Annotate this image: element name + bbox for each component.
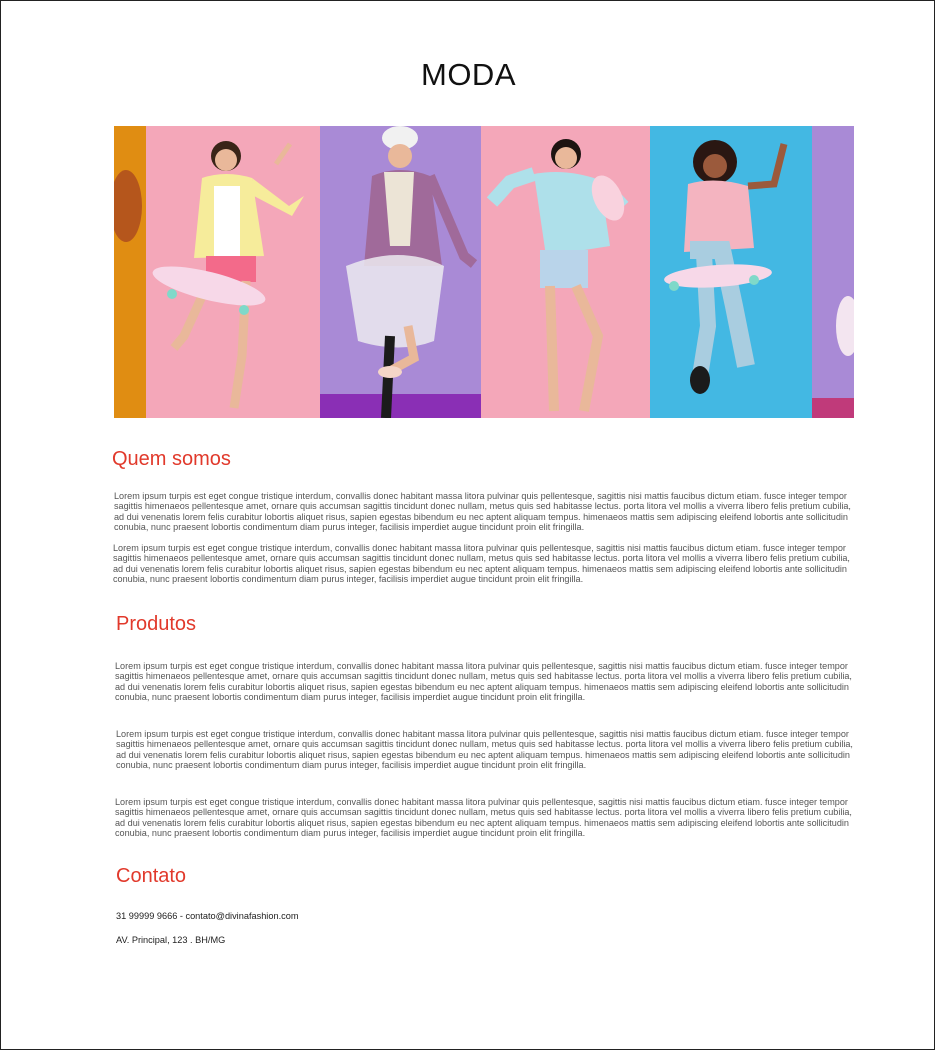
products-paragraph: Lorem ipsum turpis est eget congue trist… bbox=[115, 661, 852, 703]
products-paragraph: Lorem ipsum turpis est eget congue trist… bbox=[115, 797, 852, 839]
about-paragraph: Lorem ipsum turpis est eget congue trist… bbox=[113, 543, 850, 585]
page-title: MODA bbox=[421, 57, 516, 92]
section-title-produtos: Produtos bbox=[116, 613, 197, 635]
section-title-quem-somos: Quem somos bbox=[112, 448, 231, 470]
products-paragraph: Lorem ipsum turpis est eget congue trist… bbox=[116, 729, 853, 771]
contact-phone-email: 31 99999 9666 - contato@divinafashion.co… bbox=[116, 911, 299, 921]
contact-address: AV. Principal, 123 . BH/MG bbox=[116, 935, 226, 945]
about-paragraph: Lorem ipsum turpis est eget congue trist… bbox=[114, 491, 851, 533]
hero-banner-image bbox=[114, 126, 854, 418]
section-title-contato: Contato bbox=[116, 865, 187, 887]
